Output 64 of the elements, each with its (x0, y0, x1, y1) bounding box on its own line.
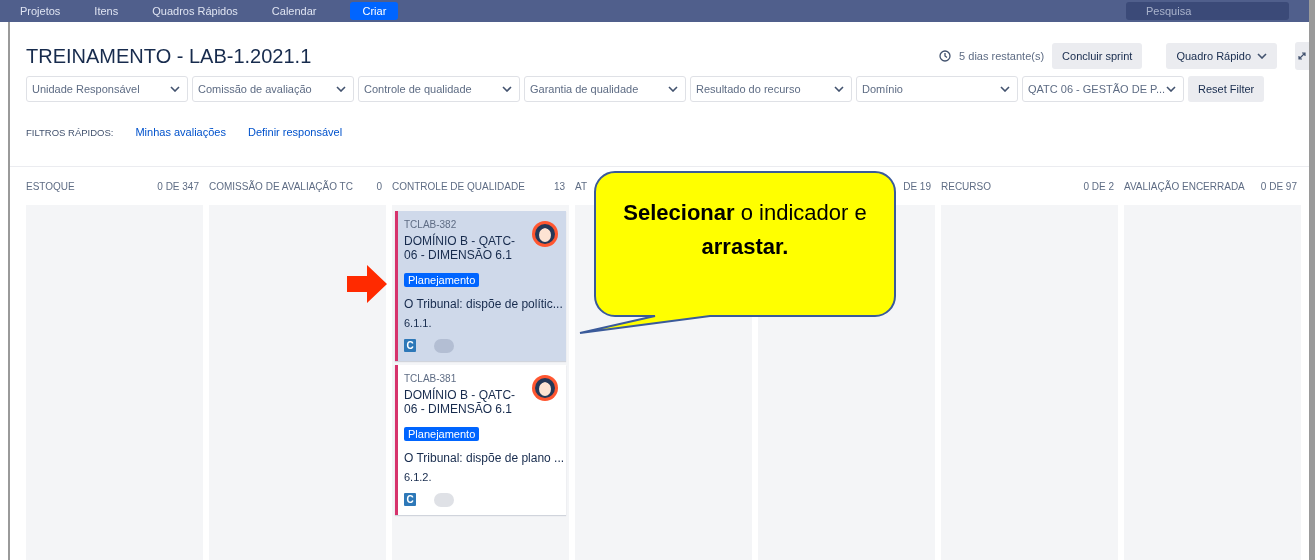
chevron-down-icon (1257, 53, 1267, 59)
search-field[interactable]: Pesquisa (1126, 2, 1289, 20)
chevron-down-icon (1000, 86, 1010, 92)
filter-dropdown[interactable]: Domínio (856, 76, 1018, 102)
issue-type-badge: C (404, 493, 416, 507)
column-title: AT (575, 181, 588, 194)
column-count: 0 (376, 181, 382, 194)
nav-menu-item[interactable]: Itens (94, 5, 119, 17)
column-title: RECURSO (941, 181, 991, 194)
issue-key: TCLAB-381 (404, 372, 558, 384)
column-title: CONTROLE DE QUALIDADE (392, 181, 525, 194)
board-dropdown-button[interactable]: Quadro Rápido (1166, 43, 1277, 69)
avatar-icon (532, 221, 558, 247)
column-title: ESTOQUE (26, 181, 75, 194)
nav-menu-item[interactable]: Quadros Rápidos (152, 5, 238, 17)
avatar-icon (532, 374, 558, 401)
arrow-icon (347, 265, 387, 303)
issue-label: Planejamento (404, 426, 480, 441)
complete-sprint-button[interactable]: Concluir sprint (1052, 43, 1143, 69)
filter-dropdown[interactable]: Unidade Responsável (26, 76, 188, 102)
create-button[interactable]: Criar (350, 2, 399, 20)
nav-menu-item[interactable]: Calendar (271, 5, 317, 17)
chevron-down-icon (834, 86, 844, 92)
nav-menu-item[interactable]: Projetos (20, 5, 61, 17)
column-count: 13 (553, 181, 565, 194)
issue-title: DOMÍNIO B - QATC-06 - DIMENSÃO 6.1 (404, 387, 517, 417)
issue-label: Planejamento (404, 272, 480, 287)
expand-button[interactable] (1295, 42, 1309, 70)
issue-code: 6.1.2. (404, 470, 433, 483)
chevron-down-icon (502, 86, 512, 92)
chevron-down-icon (1166, 86, 1176, 92)
chevron-down-icon (668, 86, 678, 92)
chevron-down-icon (336, 86, 346, 92)
issue-summary: O Tribunal: dispõe de polític... (404, 296, 563, 311)
quick-filter-link[interactable]: Definir responsável (247, 126, 343, 138)
estimate-pill (434, 338, 454, 353)
quick-filter-link[interactable]: Minhas avaliações (135, 126, 226, 138)
issue-card[interactable]: TCLAB-382 DOMÍNIO B - QATC-06 - DIMENSÃO 6.1 Planejamento O Tribunal: dispõe de polític... 6.1.1. C (395, 211, 566, 361)
quick-filters-label: FILTROS RÁPIDOS: (26, 126, 114, 138)
issue-title: DOMÍNIO B - QATC-06 - DIMENSÃO 6.1 (404, 234, 517, 263)
column-count: 0 DE 2 (1083, 181, 1114, 194)
estimate-pill (434, 492, 454, 507)
board-title: TREINAMENTO - LAB-1.2021.1 (26, 44, 312, 68)
filter-dropdown[interactable]: Comissão de avaliação (192, 76, 354, 102)
filter-dropdown[interactable]: Garantia de qualidade (524, 76, 686, 102)
issue-summary: O Tribunal: dispõe de plano ... (404, 450, 565, 465)
clock-icon (939, 50, 952, 62)
column-title: AVALIAÇÃO ENCERRADA (1124, 181, 1245, 194)
chevron-down-icon (170, 86, 180, 92)
remaining-days-text: 5 dias restante(s) (959, 50, 1045, 62)
column-title: COMISSÃO DE AVALIAÇÃO TC (209, 181, 353, 194)
filter-dropdown[interactable]: Controle de qualidade (358, 76, 520, 102)
callout-text: Selecionar o indicador e arrastar. (622, 199, 868, 262)
column-count: 0 DE 347 (157, 181, 199, 194)
issue-card[interactable]: TCLAB-381 DOMÍNIO B - QATC-06 - DIMENSÃO 6.1 Planejamento O Tribunal: dispõe de plano ... 6.1.2. C (395, 364, 566, 515)
column-count: DE 19 (903, 181, 931, 194)
reset-filter-button[interactable]: Reset Filter (1188, 76, 1265, 102)
column-count: 0 DE 97 (1260, 181, 1297, 194)
issue-code: 6.1.1. (404, 316, 433, 329)
issue-type-badge: C (404, 339, 416, 353)
filter-dropdown[interactable]: QATC 06 - GESTÃO DE P... (1022, 76, 1184, 102)
filter-dropdown[interactable]: Resultado do recurso (690, 76, 852, 102)
issue-key: TCLAB-382 (404, 219, 558, 230)
expand-icon (1298, 52, 1306, 60)
